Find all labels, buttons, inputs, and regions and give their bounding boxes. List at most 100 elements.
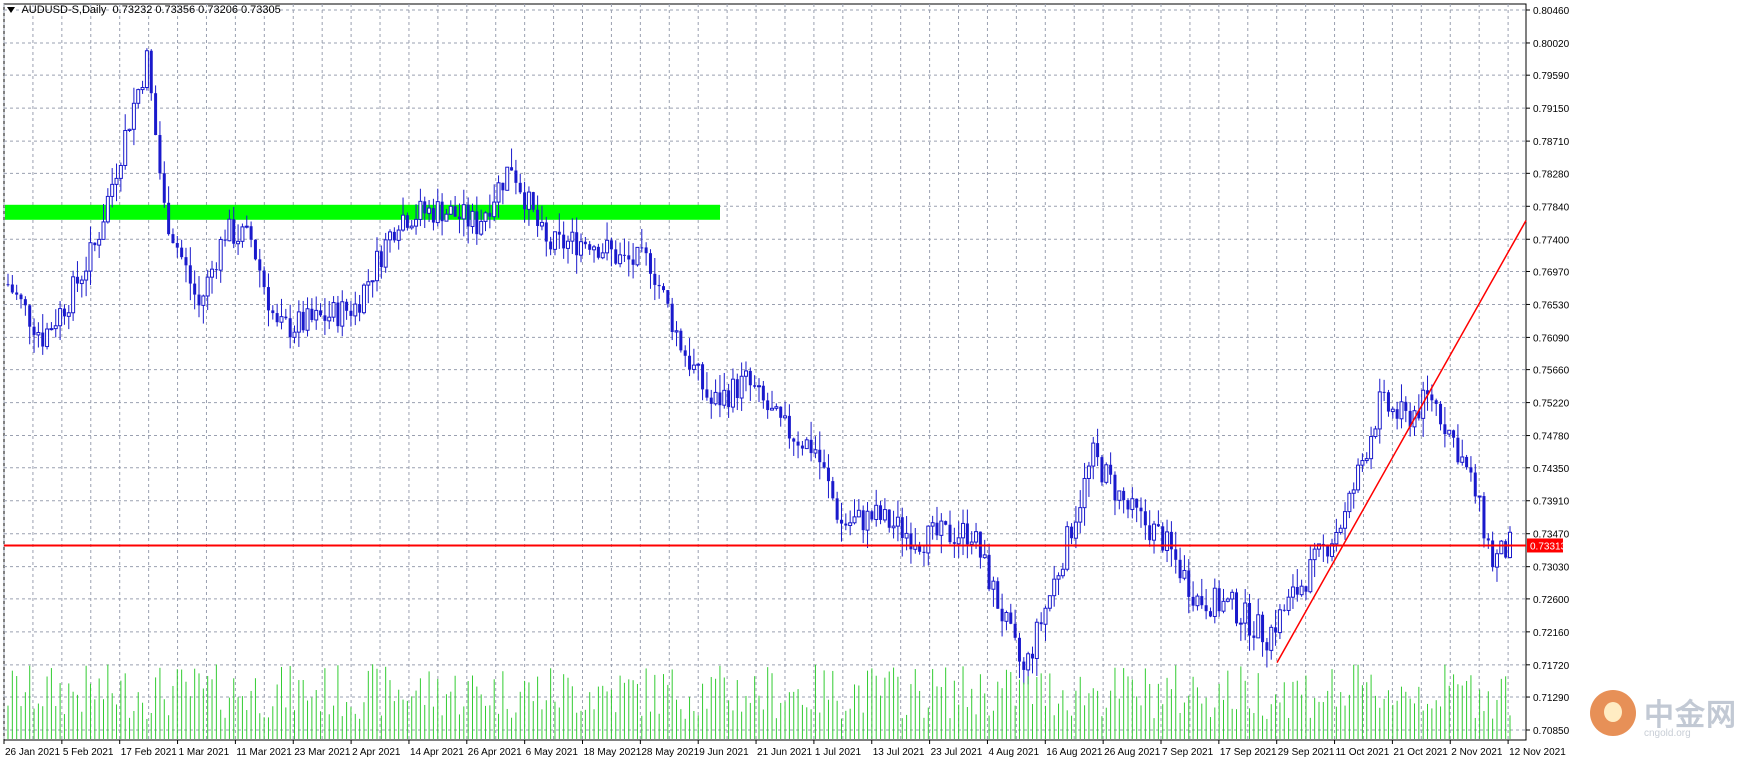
candle-bearish [288, 318, 292, 338]
candle-bullish [444, 213, 449, 222]
candle-bullish [361, 284, 366, 314]
candle-bullish [1195, 595, 1200, 607]
candle-bearish [536, 209, 540, 226]
candle-bearish [683, 350, 687, 356]
candle-bearish [514, 170, 518, 183]
candle-bearish [275, 313, 279, 323]
candle-bullish [114, 177, 119, 185]
candle-bearish [1473, 472, 1477, 497]
candle-bullish [600, 252, 605, 259]
candle-bearish [839, 519, 843, 524]
dropdown-triangle-icon[interactable] [7, 7, 15, 14]
candle-bearish [870, 511, 874, 520]
candle-bullish [1238, 622, 1243, 625]
time-label: 5 Feb 2021 [63, 747, 114, 758]
candle-bearish [1009, 612, 1013, 624]
candle-bullish [1026, 653, 1031, 671]
candle-bearish [457, 216, 461, 219]
price-label: 0.80020 [1533, 39, 1570, 50]
candle-bearish [796, 441, 800, 446]
candle-bullish [144, 50, 149, 88]
candle-bearish [614, 249, 618, 264]
watermark-logo-icon [1590, 690, 1636, 736]
candle-bearish [1100, 457, 1104, 483]
candle-bearish [1013, 623, 1017, 638]
candle-bullish [1338, 527, 1343, 533]
price-label: 0.71290 [1533, 693, 1570, 704]
candle-bearish [1430, 394, 1434, 401]
candle-bearish [688, 355, 692, 370]
candle-bullish [1399, 401, 1404, 420]
plot-area[interactable] [3, 3, 1527, 741]
candle-bearish [1235, 592, 1239, 624]
candle-bullish [722, 389, 727, 406]
candle-bullish [1047, 595, 1052, 609]
candle-bearish [32, 326, 36, 335]
candle-bullish [1373, 428, 1378, 438]
candle-bullish [1212, 587, 1217, 617]
candle-bullish [244, 225, 249, 228]
candle-bearish [657, 284, 661, 287]
candle-bearish [1382, 391, 1386, 393]
candle-bearish [15, 292, 19, 295]
candle-bearish [154, 93, 158, 136]
candle-bearish [701, 364, 705, 390]
candle-bullish [813, 449, 818, 454]
candle-bullish [757, 385, 761, 388]
candle-bearish [75, 276, 79, 284]
candle-bearish [679, 330, 683, 351]
candle-bullish [136, 89, 141, 104]
candle-bullish [592, 246, 597, 251]
candle-bullish [743, 370, 748, 377]
candle-bearish [922, 551, 926, 553]
price-chart[interactable]: 0.80460 0.80020 0.79590 0.79150 0.78710 0.782… [0, 0, 1742, 763]
candle-bearish [631, 259, 635, 265]
candle-bearish [1434, 400, 1438, 404]
candle-bearish [488, 212, 492, 217]
candle-bearish [861, 510, 865, 531]
candle-bullish [366, 281, 371, 286]
candle-bearish [1022, 661, 1026, 670]
candle-bullish [1152, 523, 1157, 541]
candle-bullish [1494, 553, 1499, 568]
candle-bearish [262, 270, 266, 288]
candle-bearish [1469, 467, 1473, 473]
time-label: 11 Mar 2021 [236, 747, 292, 758]
candle-bearish [475, 211, 479, 235]
candle-bullish [418, 200, 423, 220]
candle-bearish [809, 439, 813, 454]
candle-bullish [331, 302, 336, 318]
candle-bullish [131, 102, 136, 130]
candle-bullish [1065, 526, 1070, 570]
candle-bullish [570, 231, 575, 242]
candle-bearish [935, 522, 939, 536]
watermark: 中金网 cngold.org [1590, 688, 1740, 744]
candle-bearish [93, 242, 97, 246]
candle-bullish [691, 364, 696, 370]
candle-bearish [1204, 605, 1208, 612]
candle-bearish [1404, 401, 1408, 411]
candle-bearish [349, 310, 353, 316]
candle-bullish [483, 212, 488, 222]
candle-bearish [727, 390, 731, 408]
candle-bearish [1096, 443, 1100, 458]
price-label: 0.74780 [1533, 432, 1570, 443]
candle-bullish [58, 308, 63, 327]
candle-bullish [1043, 607, 1048, 625]
candle-bullish [1460, 456, 1465, 463]
time-label: 14 Apr 2021 [410, 747, 464, 758]
candle-bearish [531, 192, 535, 210]
candle-bearish [1443, 424, 1447, 435]
candle-bullish [118, 164, 123, 179]
candle-bearish [831, 481, 835, 499]
candle-bullish [1091, 442, 1096, 467]
price-label: 0.72600 [1533, 595, 1570, 606]
candle-bullish [427, 207, 432, 214]
candle-bullish [1165, 531, 1170, 551]
price-label: 0.73030 [1533, 563, 1570, 574]
candle-bearish [1030, 653, 1034, 659]
candle-bullish [1290, 586, 1295, 598]
candle-bullish [49, 328, 54, 331]
candle-bearish [909, 533, 913, 550]
candle-bullish [552, 231, 557, 250]
